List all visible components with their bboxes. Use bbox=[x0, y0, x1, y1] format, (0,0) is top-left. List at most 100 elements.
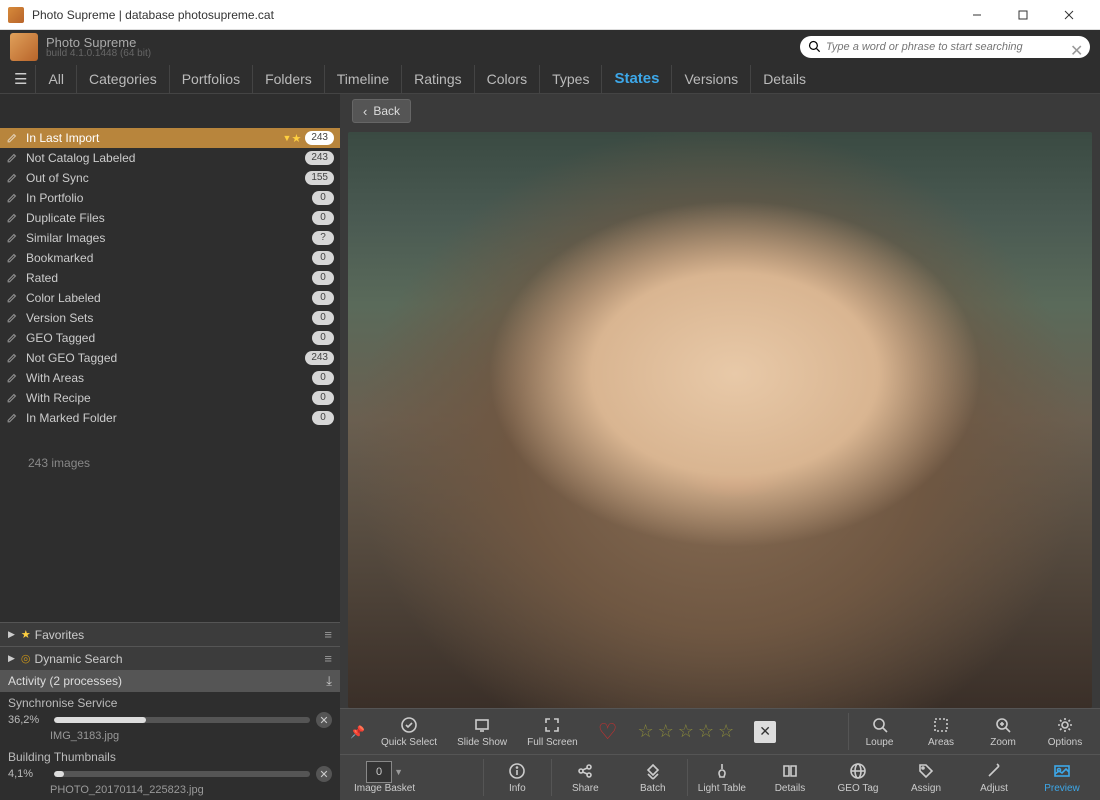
quick-select-button[interactable]: Quick Select bbox=[371, 713, 447, 750]
tag-icon bbox=[917, 761, 935, 781]
edit-icon bbox=[6, 311, 20, 325]
tab-all[interactable]: All bbox=[35, 65, 76, 93]
hamburger-icon[interactable]: ☰ bbox=[6, 70, 35, 88]
state-item[interactable]: Duplicate Files0 bbox=[0, 208, 340, 228]
tab-portfolios[interactable]: Portfolios bbox=[169, 65, 252, 93]
count-badge: 0 bbox=[312, 411, 334, 425]
state-item[interactable]: Not Catalog Labeled243 bbox=[0, 148, 340, 168]
adjust-button[interactable]: Adjust bbox=[960, 759, 1028, 796]
share-button[interactable]: Share bbox=[551, 759, 619, 796]
state-item[interactable]: Similar Images? bbox=[0, 228, 340, 248]
preview-icon bbox=[1053, 761, 1071, 781]
maximize-button[interactable] bbox=[1000, 1, 1046, 29]
panel-menu-icon[interactable]: ≡ bbox=[320, 627, 332, 642]
full-screen-button[interactable]: Full Screen bbox=[517, 713, 588, 750]
tab-details[interactable]: Details bbox=[750, 65, 818, 93]
tab-ratings[interactable]: Ratings bbox=[401, 65, 473, 93]
slide-show-icon bbox=[473, 715, 491, 735]
state-label: Rated bbox=[26, 271, 312, 285]
tab-colors[interactable]: Colors bbox=[474, 65, 539, 93]
state-item[interactable]: GEO Tagged0 bbox=[0, 328, 340, 348]
details-label: Details bbox=[775, 783, 806, 794]
star-icon[interactable]: ☆ bbox=[658, 721, 674, 742]
tab-categories[interactable]: Categories bbox=[76, 65, 169, 93]
cancel-process-button[interactable]: ✕ bbox=[316, 712, 332, 728]
slide-show-button[interactable]: Slide Show bbox=[447, 713, 517, 750]
star-icon: ★ bbox=[21, 628, 31, 641]
count-badge: ? bbox=[312, 231, 334, 245]
process-file: IMG_3183.jpg bbox=[8, 728, 332, 744]
loupe-icon bbox=[871, 715, 889, 735]
favorite-heart-icon[interactable]: ♡ bbox=[588, 719, 628, 745]
edit-icon bbox=[6, 271, 20, 285]
state-label: Out of Sync bbox=[26, 171, 305, 185]
state-label: Bookmarked bbox=[26, 251, 312, 265]
state-label: Version Sets bbox=[26, 311, 312, 325]
expand-icon: ▶ bbox=[8, 653, 15, 664]
state-item[interactable]: Out of Sync155 bbox=[0, 168, 340, 188]
basket-label: Image Basket bbox=[354, 783, 415, 794]
pin-icon[interactable]: 📌 bbox=[344, 725, 371, 739]
zoom-button[interactable]: Zoom bbox=[972, 713, 1034, 750]
collapse-icon[interactable]: ⤓ bbox=[326, 673, 332, 689]
search-icon bbox=[808, 40, 822, 54]
assign-button[interactable]: Assign bbox=[892, 759, 960, 796]
state-item[interactable]: With Areas0 bbox=[0, 368, 340, 388]
adjust-label: Adjust bbox=[980, 783, 1008, 794]
state-item[interactable]: In Marked Folder0 bbox=[0, 408, 340, 428]
state-item[interactable]: In Portfolio0 bbox=[0, 188, 340, 208]
reject-button[interactable]: ✕ bbox=[754, 721, 776, 743]
preview-button[interactable]: Preview bbox=[1028, 759, 1096, 796]
basket-dropdown-icon[interactable]: ▼ bbox=[394, 767, 403, 777]
state-label: Not Catalog Labeled bbox=[26, 151, 305, 165]
dynamic-search-panel[interactable]: ▶ ◎ Dynamic Search ≡ bbox=[0, 646, 340, 670]
minimize-button[interactable] bbox=[954, 1, 1000, 29]
tab-versions[interactable]: Versions bbox=[671, 65, 750, 93]
search-input[interactable] bbox=[826, 41, 1070, 53]
search-box[interactable]: ✕ bbox=[800, 36, 1090, 58]
tab-types[interactable]: Types bbox=[539, 65, 601, 93]
image-basket[interactable]: 0 ▼ Image Basket bbox=[344, 761, 425, 794]
rating-stars[interactable]: ☆ ☆ ☆ ☆ ☆ bbox=[627, 721, 744, 742]
light-table-button[interactable]: Light Table bbox=[687, 759, 756, 796]
state-item[interactable]: Rated0 bbox=[0, 268, 340, 288]
preview-area[interactable] bbox=[340, 128, 1100, 708]
geo-tag-button[interactable]: GEO Tag bbox=[824, 759, 892, 796]
tab-folders[interactable]: Folders bbox=[252, 65, 324, 93]
star-icon[interactable]: ☆ bbox=[698, 721, 714, 742]
activity-header[interactable]: Activity (2 processes) ⤓ bbox=[0, 670, 340, 692]
favorites-panel[interactable]: ▶ ★ Favorites ≡ bbox=[0, 622, 340, 646]
close-button[interactable] bbox=[1046, 1, 1092, 29]
state-item[interactable]: Version Sets0 bbox=[0, 308, 340, 328]
batch-button[interactable]: Batch bbox=[619, 759, 687, 796]
state-label: Similar Images bbox=[26, 231, 312, 245]
edit-icon bbox=[6, 291, 20, 305]
state-item[interactable]: Bookmarked0 bbox=[0, 248, 340, 268]
process-name: Building Thumbnails bbox=[8, 748, 332, 766]
process-item: Building Thumbnails4,1%✕PHOTO_20170114_2… bbox=[0, 746, 340, 800]
details-button[interactable]: Details bbox=[756, 759, 824, 796]
tab-timeline[interactable]: Timeline bbox=[324, 65, 401, 93]
loupe-button[interactable]: Loupe bbox=[848, 713, 910, 750]
tab-states[interactable]: States bbox=[601, 65, 671, 93]
star-icon[interactable]: ☆ bbox=[678, 721, 694, 742]
state-item[interactable]: With Recipe0 bbox=[0, 388, 340, 408]
sort-icon[interactable]: ▼ bbox=[283, 133, 292, 143]
progress-bar bbox=[54, 717, 310, 723]
cancel-process-button[interactable]: ✕ bbox=[316, 766, 332, 782]
state-item[interactable]: Color Labeled0 bbox=[0, 288, 340, 308]
back-button[interactable]: ‹ Back bbox=[352, 99, 411, 123]
areas-button[interactable]: Areas bbox=[910, 713, 972, 750]
preview-label: Preview bbox=[1044, 783, 1080, 794]
loupe-label: Loupe bbox=[866, 737, 894, 748]
panel-menu-icon[interactable]: ≡ bbox=[320, 651, 332, 666]
clear-search-icon[interactable]: ✕ bbox=[1070, 41, 1082, 53]
state-item[interactable]: Not GEO Tagged243 bbox=[0, 348, 340, 368]
info-button[interactable]: Info bbox=[483, 759, 551, 796]
state-label: Duplicate Files bbox=[26, 211, 312, 225]
star-icon[interactable]: ☆ bbox=[637, 721, 653, 742]
options-button[interactable]: Options bbox=[1034, 713, 1096, 750]
star-icon[interactable]: ☆ bbox=[718, 721, 734, 742]
state-item[interactable]: In Last Import▼★243 bbox=[0, 128, 340, 148]
options-label: Options bbox=[1048, 737, 1082, 748]
